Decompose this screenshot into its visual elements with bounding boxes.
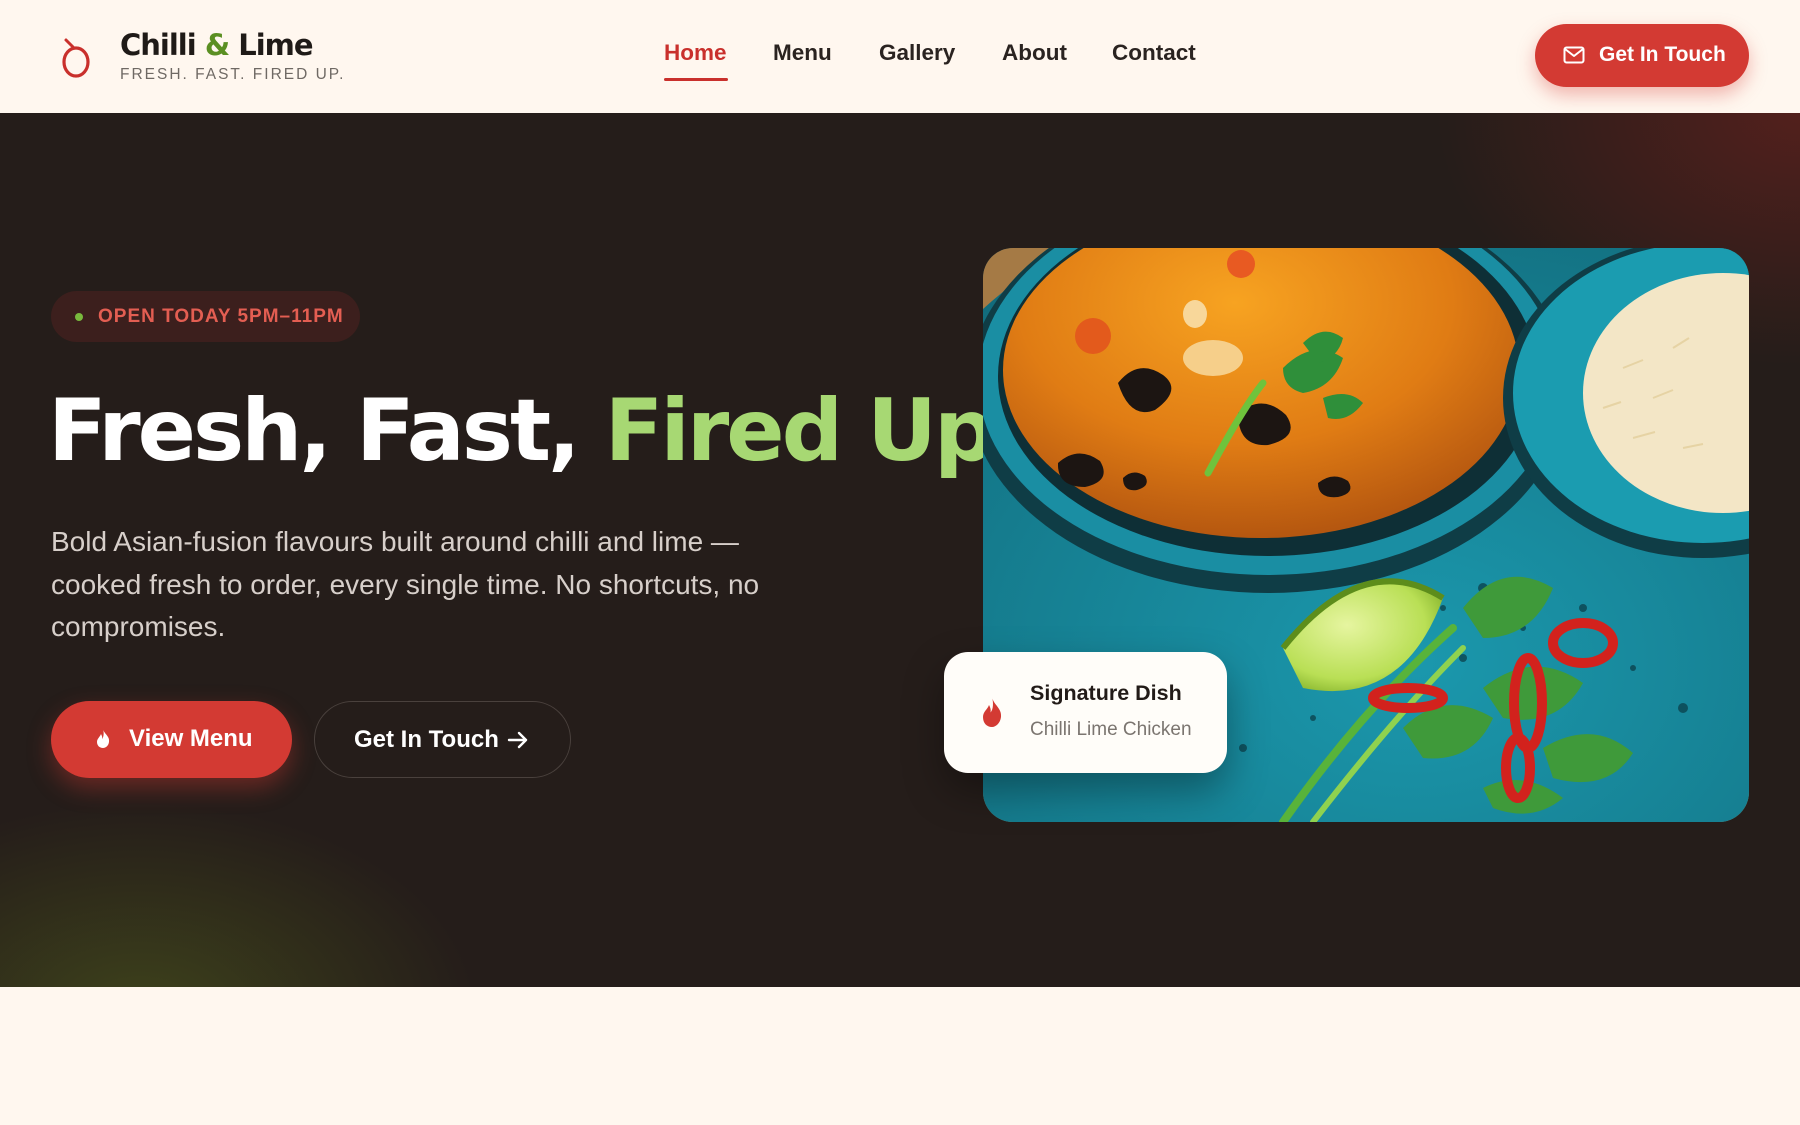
nav-item-about[interactable]: About <box>1002 40 1067 66</box>
opening-hours-text: OPEN TODAY 5PM–11PM <box>98 306 344 327</box>
nav-item-home[interactable]: Home <box>664 40 727 66</box>
hero-get-in-touch-label: Get In Touch <box>354 726 499 753</box>
site-header: Chilli & Lime FRESH. FAST. FIRED UP. Hom… <box>0 0 1800 113</box>
hero-headline: Fresh, Fast, Fired Up. <box>48 381 1026 481</box>
open-status-dot <box>75 313 83 321</box>
brand-name-amp: & <box>204 28 230 62</box>
hero-get-in-touch-button[interactable]: Get In Touch <box>314 701 571 778</box>
flame-icon <box>983 697 1002 727</box>
nav-active-underline <box>664 78 728 81</box>
view-menu-button[interactable]: View Menu <box>51 701 292 778</box>
signature-dish-card: Signature Dish Chilli Lime Chicken <box>944 652 1227 773</box>
flame-icon <box>97 729 110 748</box>
brand-tagline: FRESH. FAST. FIRED UP. <box>120 66 346 83</box>
signature-dish-title: Signature Dish <box>1030 681 1182 705</box>
brand-name-part1: Chilli <box>120 28 197 62</box>
brand-name-part2: Lime <box>238 28 313 62</box>
nav-item-contact[interactable]: Contact <box>1112 40 1196 66</box>
view-menu-label: View Menu <box>129 725 253 752</box>
mail-icon <box>1563 46 1585 64</box>
nav-item-menu[interactable]: Menu <box>773 40 832 66</box>
signature-dish-name: Chilli Lime Chicken <box>1030 719 1192 740</box>
headline-main: Fresh, Fast, <box>48 381 581 481</box>
hero-section: OPEN TODAY 5PM–11PM Fresh, Fast, Fired U… <box>0 113 1800 987</box>
opening-hours-badge: OPEN TODAY 5PM–11PM <box>51 291 360 342</box>
chilli-logo-icon[interactable] <box>58 34 94 78</box>
hero-description: Bold Asian-fusion flavours built around … <box>51 526 760 642</box>
brand-name[interactable]: Chilli & Lime <box>120 28 314 62</box>
nav-item-gallery[interactable]: Gallery <box>879 40 955 66</box>
arrow-right-icon <box>507 731 528 749</box>
headline-accent: Fired Up. <box>604 381 1026 481</box>
header-get-in-touch-label: Get In Touch <box>1599 43 1726 66</box>
header-get-in-touch-button[interactable]: Get In Touch <box>1535 24 1749 87</box>
